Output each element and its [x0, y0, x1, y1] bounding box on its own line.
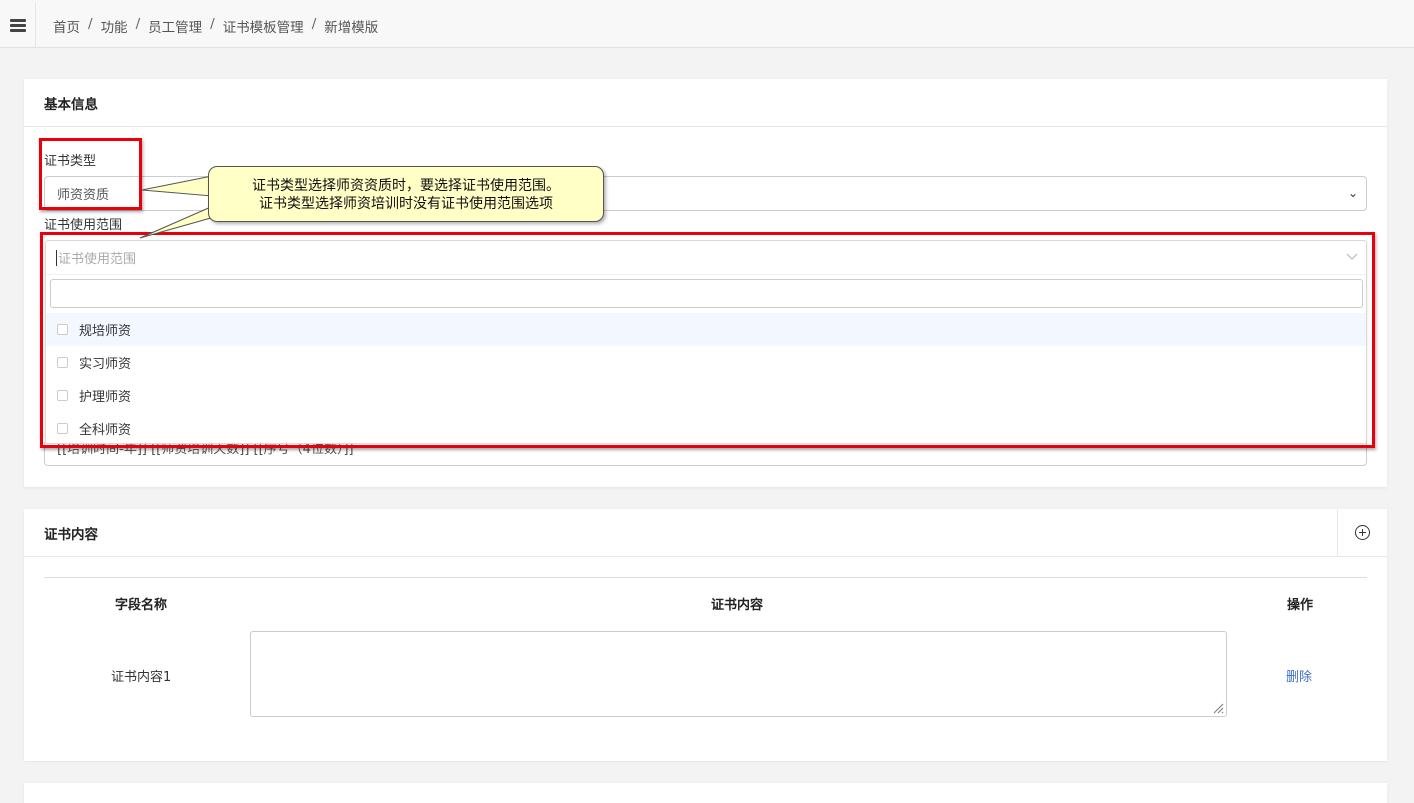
col-header-action: 操作: [1287, 598, 1314, 613]
basic-info-title: 基本信息: [24, 79, 1387, 127]
cert-scope-label: 证书使用范围: [44, 218, 123, 233]
cert-content-title: 证书内容: [24, 509, 1387, 557]
breadcrumb-separator: /: [135, 16, 141, 32]
breadcrumb-staff-management[interactable]: 员工管理: [148, 16, 202, 36]
breadcrumb-cert-template-management[interactable]: 证书模板管理: [223, 16, 304, 36]
annotation-highlight-cert-scope: [40, 232, 1375, 448]
breadcrumb: 首页 / 功能 / 员工管理 / 证书模板管理 / 新增模版: [53, 16, 378, 36]
annotation-highlight-cert-type: [39, 138, 142, 210]
chevron-down-icon: ⌄: [1347, 186, 1358, 200]
menu-toggle-button[interactable]: [0, 3, 36, 47]
delete-row-link[interactable]: 删除: [1286, 666, 1312, 685]
callout-line-2: 证书类型选择师资培训时没有证书使用范围选项: [259, 196, 553, 212]
cert-content-card: 证书内容 字段名称 证书内容 操作 证书内容1 删除: [24, 509, 1387, 761]
plus-circle-icon: [1355, 525, 1370, 540]
col-header-content: 证书内容: [711, 598, 764, 613]
next-card: [24, 783, 1387, 803]
breadcrumb-function[interactable]: 功能: [101, 16, 128, 36]
callout-line-1: 证书类型选择师资资质时，要选择证书使用范围。: [252, 178, 560, 194]
hamburger-icon: [9, 18, 26, 32]
breadcrumb-separator: /: [210, 16, 215, 32]
breadcrumb-home[interactable]: 首页: [53, 16, 80, 36]
breadcrumb-separator: /: [88, 16, 93, 32]
top-bar: 首页 / 功能 / 员工管理 / 证书模板管理 / 新增模版: [0, 0, 1414, 48]
row-field-name: 证书内容1: [111, 670, 172, 685]
resize-grip-icon[interactable]: [1212, 702, 1224, 714]
col-header-field: 字段名称: [115, 598, 168, 613]
table-divider: [44, 577, 1367, 578]
add-row-button[interactable]: [1337, 509, 1387, 556]
annotation-callout: 证书类型选择师资资质时，要选择证书使用范围。 证书类型选择师资培训时没有证书使用…: [208, 166, 604, 222]
breadcrumb-separator: /: [311, 16, 317, 32]
content-textarea[interactable]: [250, 631, 1227, 717]
breadcrumb-current: 新增模版: [324, 20, 379, 36]
